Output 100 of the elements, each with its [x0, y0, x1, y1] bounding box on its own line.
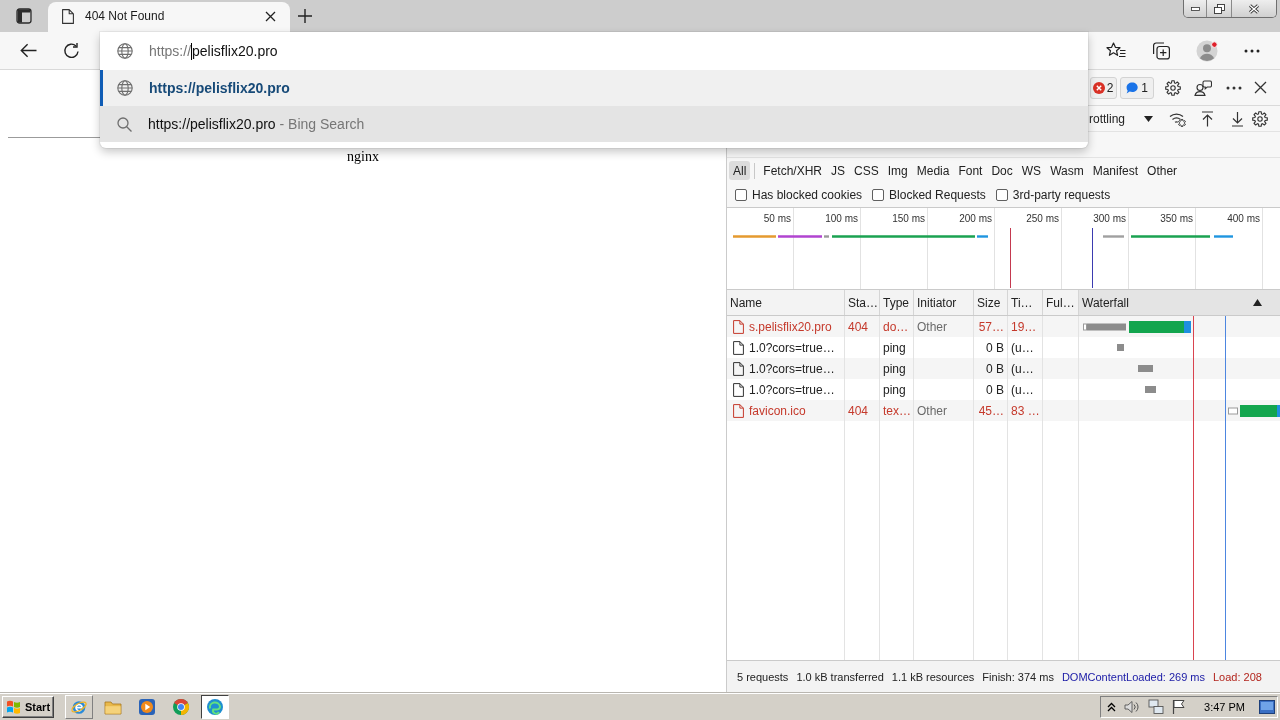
request-time: 83 … [1011, 403, 1040, 418]
request-name: favicon.ico [749, 403, 806, 418]
time-tick-label: 100 ms [825, 213, 858, 225]
type-filter[interactable]: Fetch/XHR [759, 161, 827, 180]
square-plus-icon [1150, 41, 1170, 60]
request-row[interactable]: favicon.ico 404 tex… Other 45… 83 … [727, 400, 1280, 421]
suggestion-item[interactable]: https://pelisflix20.pro [100, 70, 1088, 106]
file-icon [733, 361, 744, 376]
column-header[interactable]: Initiator [914, 290, 974, 315]
more-icon [1226, 85, 1242, 90]
checkbox[interactable] [735, 189, 747, 201]
back-arrow-icon [19, 43, 37, 58]
download-icon[interactable] [1230, 110, 1244, 127]
checkbox[interactable] [872, 189, 885, 201]
restore-button[interactable] [1207, 0, 1232, 17]
waving-flag-icon [6, 699, 22, 714]
request-time: (u… [1011, 382, 1034, 397]
time-tick-label: 50 ms [763, 213, 791, 225]
issue-counter[interactable]: 1 [1120, 76, 1154, 99]
taskbar-app[interactable] [201, 694, 230, 719]
checkbox-label: Has blocked cookies [752, 188, 863, 202]
request-size: 0 B [986, 361, 1004, 376]
close-button[interactable] [1232, 0, 1276, 17]
time-tick-label: 200 ms [959, 213, 992, 225]
column-header[interactable]: Size [974, 290, 1008, 315]
browser-tab[interactable]: 404 Not Found [48, 2, 290, 32]
minimize-button[interactable] [1184, 0, 1207, 17]
type-filter[interactable]: Media [912, 161, 954, 180]
column-header[interactable]: Ti… [1008, 290, 1043, 315]
type-filter[interactable]: JS [827, 161, 850, 180]
request-row[interactable]: s.pelisflix20.pro 404 do… Other 57… 19… [727, 316, 1280, 337]
status-code: 404 [848, 319, 869, 334]
wifi-gear-icon[interactable] [1168, 110, 1186, 127]
speaker-icon[interactable] [1124, 699, 1141, 714]
waterfall-bar [1145, 386, 1156, 393]
file-icon [733, 403, 744, 418]
type-filter[interactable]: Wasm [1046, 161, 1088, 180]
waterfall-bar [1228, 404, 1280, 417]
start-button[interactable]: Start [2, 695, 55, 718]
time-tick-label: 300 ms [1093, 213, 1126, 225]
network-icon[interactable] [1148, 698, 1165, 715]
chevron-up-icon[interactable] [1107, 701, 1117, 712]
message-icon [1126, 81, 1139, 94]
file-icon [733, 319, 744, 334]
page-icon [62, 8, 74, 24]
type-filter[interactable]: Img [883, 161, 912, 180]
settings-icon[interactable] [1165, 79, 1181, 96]
sort-ascending-icon [1253, 299, 1262, 306]
checkbox[interactable] [995, 189, 1008, 201]
file-icon [733, 382, 744, 397]
type-filter[interactable]: CSS [850, 161, 883, 180]
request-type: do… [883, 319, 909, 334]
globe-icon [117, 80, 133, 96]
type-filter[interactable]: Other [1143, 161, 1182, 180]
type-filter[interactable]: Manifest [1088, 161, 1143, 180]
column-header[interactable]: Type [880, 290, 914, 315]
summary-text: 1.0 kB transferred [796, 670, 884, 683]
type-filter[interactable]: Font [954, 161, 987, 180]
time-tick-label: 400 ms [1227, 213, 1260, 225]
request-type: ping [883, 340, 906, 355]
person-chat-icon[interactable] [1194, 79, 1212, 96]
restore-icon [1213, 3, 1225, 14]
star-list-icon [1106, 42, 1126, 59]
close-icon [1253, 81, 1267, 94]
request-time: 19… [1011, 319, 1037, 334]
checkbox-label: Blocked Requests [889, 188, 986, 202]
request-size: 0 B [986, 382, 1004, 397]
settings-icon[interactable] [1252, 110, 1268, 127]
request-row[interactable]: 1.0?cors=true… ping 0 B (u… [727, 358, 1280, 379]
upload-icon[interactable] [1200, 110, 1214, 127]
search-icon [117, 116, 132, 132]
time-tick-label: 250 ms [1026, 213, 1059, 225]
type-filter[interactable]: WS [1017, 161, 1046, 180]
column-header[interactable]: Sta… [845, 290, 880, 315]
swirl-icon [206, 697, 225, 716]
column-header[interactable]: Waterfall [1079, 290, 1280, 315]
suggestion-item[interactable]: https://pelisflix20.pro - Bing Search [100, 106, 1088, 142]
request-initiator: Other [917, 403, 947, 418]
issue-counter[interactable]: 2 [1089, 76, 1118, 99]
caret-icon [1144, 115, 1153, 122]
avatar-icon[interactable] [1196, 39, 1218, 62]
close-icon [1248, 3, 1260, 14]
circle-logo-icon [172, 697, 191, 716]
summary-text: DOMContentLoaded: 269 ms [1061, 670, 1205, 683]
request-time: (u… [1011, 361, 1034, 376]
throttling-select[interactable]: rottling [1089, 107, 1153, 130]
close-icon [265, 10, 276, 22]
request-type: tex… [883, 403, 911, 418]
summary-text: 5 requests [737, 670, 789, 683]
address-field[interactable]: https://pelisflix20.pro [100, 32, 1088, 70]
request-size: 57… [978, 319, 1004, 334]
plus-icon [297, 8, 313, 24]
type-filter[interactable]: All [729, 161, 751, 180]
column-header[interactable]: Name [727, 290, 845, 315]
request-name: 1.0?cors=true… [749, 361, 835, 376]
flag-icon[interactable] [1172, 699, 1187, 714]
request-type: ping [883, 361, 906, 376]
type-filter[interactable]: Doc [987, 161, 1017, 180]
time-tick-label: 350 ms [1160, 213, 1193, 225]
desktop-icon[interactable] [1259, 699, 1275, 714]
